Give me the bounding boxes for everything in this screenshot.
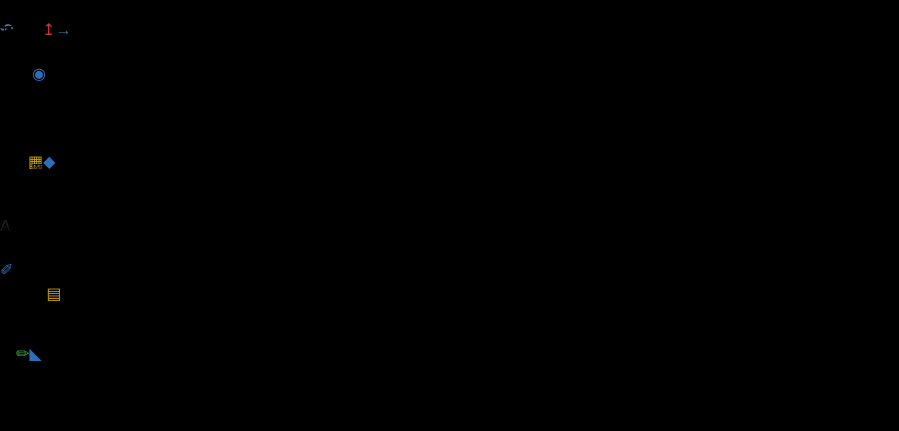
area-measure-icon[interactable]: ◣ — [29, 346, 41, 363]
measure-label: 测量 — [0, 370, 32, 387]
scale-icon[interactable]: ▣ — [13, 306, 28, 323]
rotate-icon[interactable]: ↻ — [29, 306, 42, 323]
toolbar-group-modify2: ✚▣↻❒ ⊏☁⋈⊞ — [0, 304, 899, 344]
menu-label: 协同 — [15, 140, 47, 157]
layer-label: 图层 — [0, 414, 32, 431]
back-icon[interactable]: ↶ — [0, 2, 13, 19]
forward-icon[interactable]: ↷ — [13, 2, 26, 19]
toolbar-group-measure: ↔✏◣ 测量▧◌ — [0, 344, 899, 388]
multi-copy-icon[interactable]: ❒ — [42, 306, 56, 323]
copy-icon[interactable]: ❏ — [13, 262, 27, 279]
wechat-icon: ✉ — [0, 92, 13, 109]
offset-icon[interactable]: ⊏ — [0, 326, 13, 343]
move-icon[interactable]: ✚ — [0, 306, 13, 323]
erase-icon[interactable]: ✐ — [0, 262, 13, 279]
toolbar-group-layer: ≣ 图层 — [0, 388, 899, 431]
tab-close-icon[interactable]: ✕ — [146, 50, 159, 67]
revcloud-icon[interactable]: ☁ — [13, 326, 29, 343]
maximize-button[interactable]: □ — [0, 224, 899, 242]
toolbar-group-erase: ✐❏✂ 删除❐▤ — [0, 260, 899, 304]
menu-label: 手机 — [9, 116, 41, 133]
nav-arrows: ↶↷ — [0, 0, 899, 20]
image-export-icon[interactable]: ▧ — [32, 370, 47, 387]
tab-inactive-0[interactable]: 起始页✕ — [0, 20, 899, 44]
phone-icon: ▯ — [0, 116, 9, 133]
array-icon[interactable]: ⊞ — [45, 326, 58, 343]
titlebar: ↶↷ 起始页✕别墅绿化施工图.dwg✕+ ✉微信▯手机◫协同⚙设置✎帮助 ─□× — [0, 0, 899, 22]
cut-icon[interactable]: ✂ — [28, 262, 41, 279]
titlebar-menu: ✉微信▯手机◫协同⚙设置✎帮助 — [0, 86, 899, 206]
menu-phone[interactable]: ▯手机 — [0, 110, 899, 134]
tab-label: 别墅绿化施工图.dwg — [0, 50, 146, 67]
window-controls: ─□× — [0, 206, 899, 260]
menu-label: 帮助 — [13, 188, 45, 205]
menu-settings[interactable]: ⚙设置 — [0, 158, 899, 182]
tab-active-1[interactable]: 别墅绿化施工图.dwg✕ — [0, 44, 899, 68]
menu-collab[interactable]: ◫协同 — [0, 134, 899, 158]
tab-close-icon[interactable]: ✕ — [48, 26, 61, 43]
duplicate-icon[interactable]: ❐ — [32, 286, 46, 303]
settings-icon: ⚙ — [0, 164, 14, 181]
document-tabs: 起始页✕别墅绿化施工图.dwg✕+ — [0, 20, 899, 86]
application-window: ↶↷ 起始页✕别墅绿化施工图.dwg✕+ ✉微信▯手机◫协同⚙设置✎帮助 ─□×… — [0, 0, 899, 431]
tab-label: 起始页 — [0, 26, 48, 43]
ruler-icon[interactable]: ↔ — [0, 346, 16, 363]
layers-icon[interactable]: ≣ — [0, 390, 13, 407]
mirror-icon[interactable]: ⋈ — [29, 326, 45, 343]
erase-label: 删除 — [0, 286, 32, 303]
close-button[interactable]: × — [0, 242, 899, 260]
lasso-icon[interactable]: ◌ — [47, 370, 57, 387]
menu-label: 微信 — [13, 92, 45, 109]
minimize-button[interactable]: ─ — [0, 206, 899, 224]
collab-icon: ◫ — [0, 140, 15, 157]
menu-wechat[interactable]: ✉微信 — [0, 86, 899, 110]
help-icon: ✎ — [0, 188, 13, 205]
redline-icon[interactable]: ✏ — [16, 346, 29, 363]
new-tab-button[interactable]: + — [0, 68, 899, 86]
menu-label: 设置 — [14, 164, 46, 181]
menu-help[interactable]: ✎帮助 — [0, 182, 899, 206]
paste-icon[interactable]: ▤ — [46, 286, 61, 303]
